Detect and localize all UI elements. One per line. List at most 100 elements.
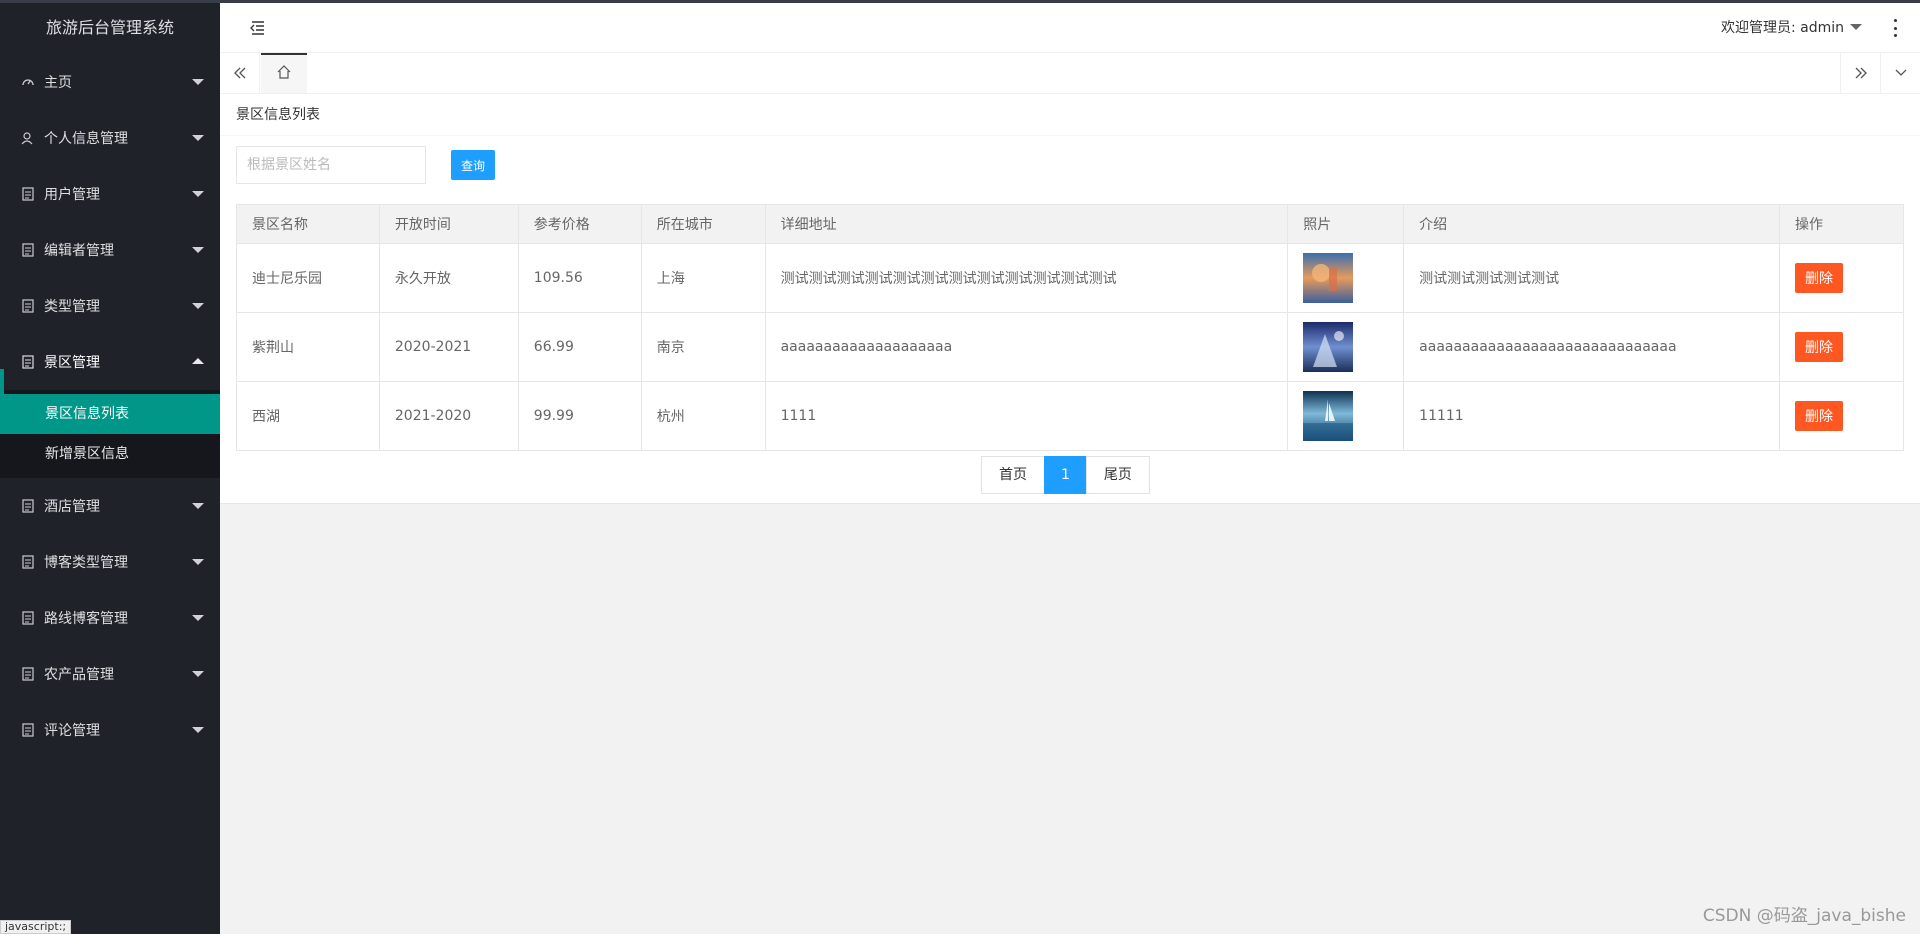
sidebar-subitem-scenic-add[interactable]: 新增景区信息	[0, 434, 220, 474]
scenic-photo[interactable]	[1303, 322, 1354, 372]
cell-open: 2021-2020	[378, 381, 519, 451]
doc-icon	[20, 298, 36, 314]
column-header: 照片	[1287, 204, 1405, 244]
welcome-text: 欢迎管理员: admin	[1720, 20, 1844, 36]
doc-icon	[20, 498, 36, 514]
doc-icon	[20, 666, 36, 682]
sidebar-item-products[interactable]: 农产品管理	[0, 646, 220, 702]
last-page-button[interactable]: 尾页	[1085, 456, 1150, 494]
sidebar-item-label: 农产品管理	[44, 667, 114, 683]
sidebar-subitem-scenic-list[interactable]: 景区信息列表	[0, 394, 220, 434]
menu-collapse-icon[interactable]	[248, 20, 266, 36]
cell-city: 上海	[640, 243, 766, 313]
sidebar-item-label: 主页	[44, 75, 72, 91]
active-indicator	[0, 369, 4, 399]
scenic-table: 景区名称 开放时间 参考价格 所在城市 详细地址 照片 介绍 操作 迪士尼乐园 …	[236, 204, 1904, 451]
delete-button[interactable]: 删除	[1795, 401, 1844, 431]
search-input[interactable]	[236, 146, 426, 184]
column-header: 详细地址	[764, 204, 1289, 244]
sidebar-item-hotels[interactable]: 酒店管理	[0, 478, 220, 534]
scenic-photo[interactable]	[1303, 391, 1354, 441]
cell-address: aaaaaaaaaaaaaaaaaaaa	[764, 312, 1289, 382]
cell-action: 删除	[1779, 243, 1904, 313]
search-button[interactable]: 查询	[451, 150, 496, 180]
cell-address: 1111	[764, 381, 1289, 451]
cell-price: 66.99	[517, 312, 642, 382]
cell-action: 删除	[1779, 312, 1904, 382]
sidebar-item-users[interactable]: 用户管理	[0, 166, 220, 222]
chevron-up-icon	[192, 358, 204, 364]
tabs-bar	[220, 53, 1920, 94]
sidebar-item-types[interactable]: 类型管理	[0, 278, 220, 334]
doc-icon	[20, 354, 36, 370]
top-header: 欢迎管理员: admin	[220, 3, 1920, 53]
content-card: 景区信息列表 查询 景区名称 开放时间 参考价格 所在城市 详细地址 照片 介绍…	[220, 94, 1920, 504]
tabs-scroll-left-icon[interactable]	[220, 53, 260, 93]
column-header: 参考价格	[517, 204, 642, 244]
sidebar-item-profile[interactable]: 个人信息管理	[0, 110, 220, 166]
doc-icon	[20, 186, 36, 202]
sidebar-item-blog-types[interactable]: 博客类型管理	[0, 534, 220, 590]
sidebar-item-label: 编辑者管理	[44, 243, 114, 259]
sidebar-item-label: 类型管理	[44, 299, 100, 315]
cell-intro: 11111	[1403, 381, 1781, 451]
delete-button[interactable]: 删除	[1795, 332, 1844, 362]
chevron-down-icon	[192, 615, 204, 621]
cell-intro: aaaaaaaaaaaaaaaaaaaaaaaaaaaaaa	[1403, 312, 1781, 382]
sidebar-item-label: 路线博客管理	[44, 611, 128, 627]
sidebar-subnav-scenic: 景区信息列表 新增景区信息	[0, 390, 220, 478]
sidebar-item-editors[interactable]: 编辑者管理	[0, 222, 220, 278]
cell-photo	[1287, 243, 1405, 313]
column-header: 操作	[1779, 204, 1904, 244]
table-row: 西湖 2021-2020 99.99 杭州 1111 11111 删除	[236, 381, 1904, 451]
status-bar-link: javascript:;	[0, 920, 72, 934]
pagination: 首页 1 尾页	[981, 456, 1150, 494]
tabs-dropdown-icon[interactable]	[1880, 53, 1920, 93]
sidebar-item-label: 个人信息管理	[44, 131, 128, 147]
more-vertical-icon[interactable]	[1892, 19, 1898, 37]
current-page-button[interactable]: 1	[1044, 456, 1087, 494]
sidebar-item-route-blogs[interactable]: 路线博客管理	[0, 590, 220, 646]
cell-name: 西湖	[236, 381, 380, 451]
first-page-button[interactable]: 首页	[981, 456, 1045, 494]
cell-action: 删除	[1779, 381, 1904, 451]
sidebar: 旅游后台管理系统 主页 个人信息管理 用户管理 编辑者管理 类型管理 景区管理 …	[0, 0, 220, 934]
cell-open: 2020-2021	[378, 312, 519, 382]
admin-dropdown[interactable]: 欢迎管理员: admin	[1721, 3, 1862, 53]
cell-name: 迪士尼乐园	[236, 243, 380, 313]
column-header: 所在城市	[640, 204, 766, 244]
doc-icon	[20, 722, 36, 738]
cell-photo	[1287, 381, 1405, 451]
caret-down-icon	[1850, 24, 1862, 30]
sidebar-item-home[interactable]: 主页	[0, 54, 220, 110]
user-icon	[20, 130, 36, 146]
doc-icon	[20, 554, 36, 570]
chevron-down-icon	[192, 671, 204, 677]
column-header: 景区名称	[236, 204, 380, 244]
watermark: CSDN @码盗_java_bishe	[1702, 906, 1906, 926]
sidebar-item-label: 景区管理	[44, 355, 100, 371]
table-header-row: 景区名称 开放时间 参考价格 所在城市 详细地址 照片 介绍 操作	[236, 204, 1904, 244]
page-title: 景区信息列表	[220, 94, 1920, 136]
sidebar-item-scenic[interactable]: 景区管理	[0, 334, 220, 390]
cell-address: 测试测试测试测试测试测试测试测试测试测试测试测试	[764, 243, 1289, 313]
dashboard-icon	[20, 74, 36, 90]
sidebar-item-label: 博客类型管理	[44, 555, 128, 571]
chevron-down-icon	[192, 303, 204, 309]
sidebar-item-comments[interactable]: 评论管理	[0, 702, 220, 758]
cell-intro: 测试测试测试测试测试	[1403, 243, 1781, 313]
delete-button[interactable]: 删除	[1795, 263, 1844, 293]
cell-city: 南京	[640, 312, 766, 382]
cell-price: 99.99	[517, 381, 642, 451]
doc-icon	[20, 610, 36, 626]
chevron-down-icon	[192, 503, 204, 509]
chevron-down-icon	[192, 135, 204, 141]
app-logo: 旅游后台管理系统	[45, 18, 174, 37]
scenic-photo[interactable]	[1303, 253, 1354, 303]
chevron-down-icon	[192, 79, 204, 85]
sidebar-item-label: 评论管理	[44, 723, 100, 739]
home-tab[interactable]	[261, 53, 307, 93]
tabs-scroll-right-icon[interactable]	[1840, 53, 1880, 93]
chevron-down-icon	[192, 559, 204, 565]
chevron-down-icon	[192, 247, 204, 253]
